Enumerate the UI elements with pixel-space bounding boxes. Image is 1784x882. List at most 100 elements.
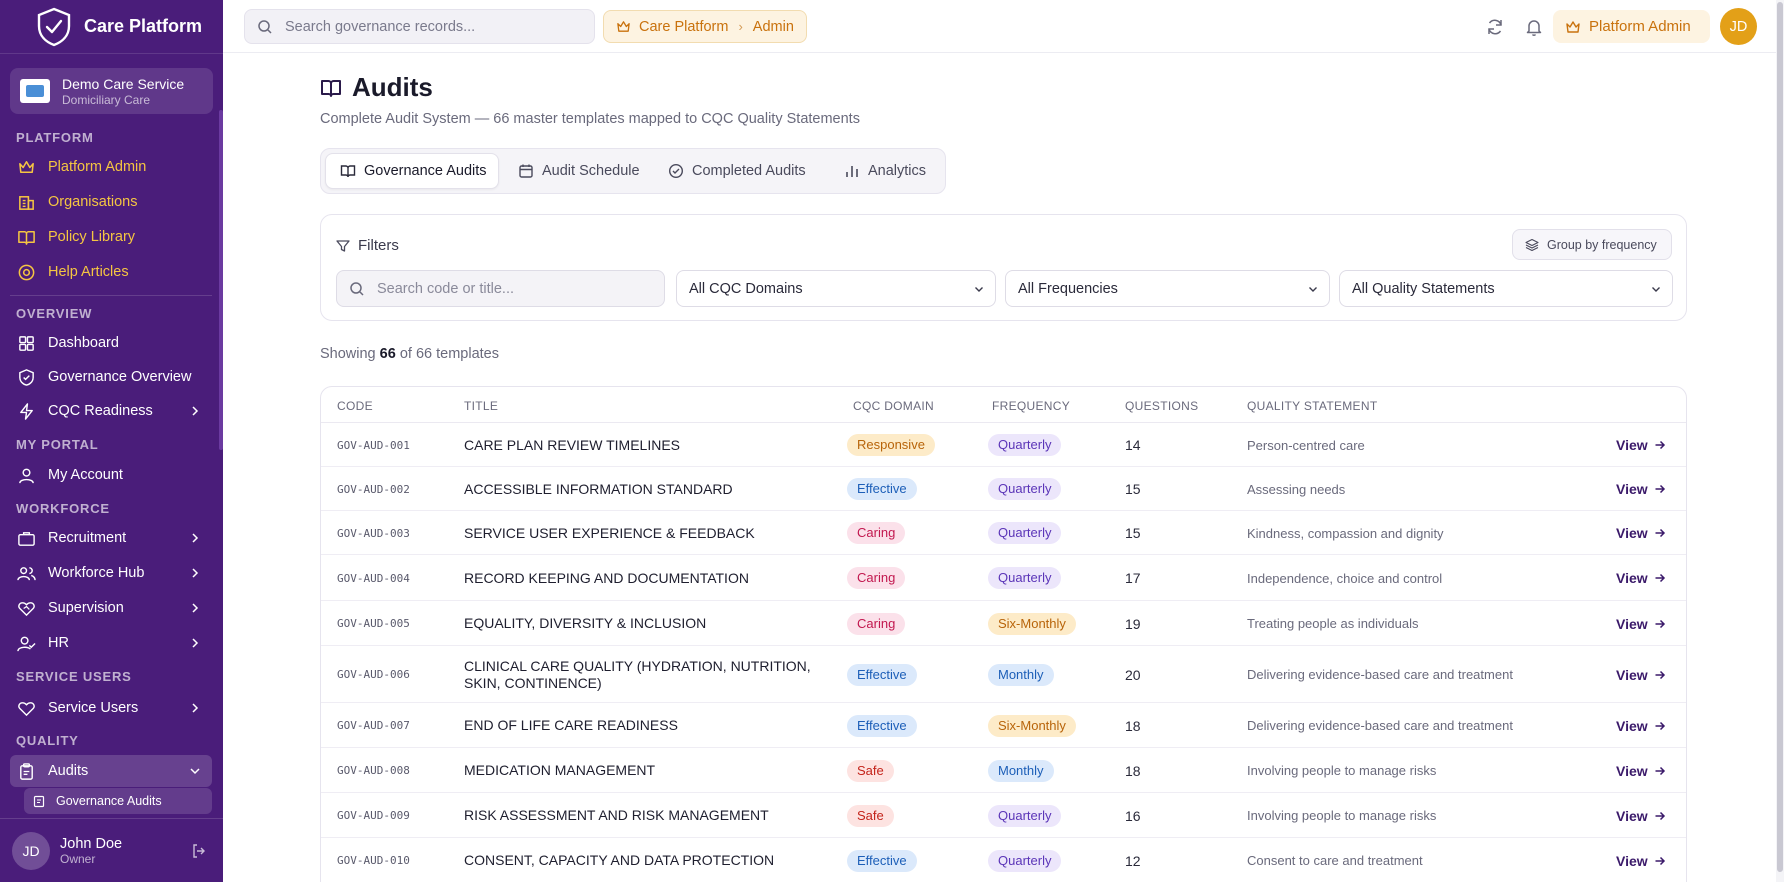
user-icon xyxy=(16,465,36,485)
domain-select[interactable]: All CQC Domains xyxy=(676,270,996,307)
chevron-right-icon xyxy=(192,603,199,613)
view-button[interactable]: View xyxy=(1616,467,1666,511)
table-row[interactable]: GOV-AUD-001 CARE PLAN REVIEW TIMELINES Res… xyxy=(321,423,1686,467)
org-logo xyxy=(20,79,50,103)
column-header-quality-statement[interactable]: QUALITY STATEMENT xyxy=(1247,399,1377,413)
brand[interactable]: Care Platform xyxy=(0,0,223,54)
tab-analytics[interactable]: Analytics xyxy=(844,153,926,189)
frequency-badge: Quarterly xyxy=(988,567,1062,589)
sidebar-scrollbar[interactable] xyxy=(219,110,223,450)
results-prefix: Showing xyxy=(320,346,376,362)
view-button[interactable]: View xyxy=(1616,646,1666,703)
breadcrumb-item[interactable]: Admin xyxy=(753,19,794,35)
column-header-domain[interactable]: CQC DOMAIN xyxy=(853,399,934,413)
breadcrumb: Care Platform › Admin xyxy=(603,10,807,43)
frequency-select[interactable]: All Frequencies xyxy=(1005,270,1330,307)
org-switcher[interactable]: Demo Care Service Domiciliary Care xyxy=(10,68,213,114)
group-by-frequency-button[interactable]: Group by frequency xyxy=(1512,229,1672,260)
group-by-label: Group by frequency xyxy=(1547,237,1657,252)
sidebar: Care Platform Demo Care Service Domicili… xyxy=(0,0,223,882)
quality-statement: Treating people as individuals xyxy=(1247,616,1419,631)
filter-search-placeholder: Search code or title... xyxy=(377,280,515,297)
sidebar-item-organisations[interactable]: Organisations xyxy=(10,186,212,218)
chevron-right-icon xyxy=(192,533,199,543)
frequency-select-value: All Frequencies xyxy=(1018,280,1118,297)
filters-title: Filters xyxy=(358,237,399,254)
sidebar-item-dashboard[interactable]: Dashboard xyxy=(10,327,212,359)
frequency-cell: Quarterly xyxy=(988,838,1062,882)
view-label: View xyxy=(1616,615,1648,632)
sidebar-subitem-governance-audits[interactable]: Governance Audits xyxy=(24,788,212,814)
layers-icon xyxy=(1525,238,1539,251)
cqc-domain-badge: Effective xyxy=(847,714,917,737)
frequency-badge: Quarterly xyxy=(988,478,1062,500)
filter-search-input[interactable]: Search code or title... xyxy=(336,270,665,307)
chevron-down-icon xyxy=(190,768,200,775)
view-button[interactable]: View xyxy=(1616,511,1666,555)
bell-icon[interactable] xyxy=(1524,17,1544,37)
cqc-domain-badge: Effective xyxy=(847,849,917,872)
sidebar-item-recruitment[interactable]: Recruitment xyxy=(10,522,212,554)
view-button[interactable]: View xyxy=(1616,703,1666,748)
frequency-cell: Quarterly xyxy=(988,467,1062,511)
search-icon xyxy=(350,281,364,296)
breadcrumb-item[interactable]: Care Platform xyxy=(639,19,728,35)
table-row[interactable]: GOV-AUD-004 RECORD KEEPING AND DOCUMENTAT… xyxy=(321,555,1686,601)
view-button[interactable]: View xyxy=(1616,555,1666,601)
logout-icon[interactable] xyxy=(191,843,207,859)
table-row[interactable]: GOV-AUD-005 EQUALITY, DIVERSITY & INCLUSI… xyxy=(321,601,1686,646)
sidebar-item-governance-overview[interactable]: Governance Overview xyxy=(10,361,212,393)
sidebar-item-workforce-hub[interactable]: Workforce Hub xyxy=(10,557,212,589)
sidebar-item-supervision[interactable]: Supervision xyxy=(10,592,212,624)
sidebar-item-audits[interactable]: Audits xyxy=(10,755,212,787)
sidebar-item-label: Service Users xyxy=(48,700,139,716)
column-header-frequency[interactable]: FREQUENCY xyxy=(992,399,1070,413)
quality-statement: Involving people to manage risks xyxy=(1247,763,1437,778)
sidebar-divider xyxy=(10,295,212,296)
page-title-text: Audits xyxy=(352,72,433,102)
cqc-domain-cell: Responsive xyxy=(847,423,935,467)
sidebar-item-policy-library[interactable]: Policy Library xyxy=(10,221,212,253)
quality-statement-select[interactable]: All Quality Statements xyxy=(1339,270,1673,307)
table-row[interactable]: GOV-AUD-010 CONSENT, CAPACITY AND DATA PR… xyxy=(321,838,1686,882)
view-button[interactable]: View xyxy=(1616,601,1666,646)
user-name: John Doe xyxy=(60,835,123,852)
sidebar-item-label: Help Articles xyxy=(48,264,129,280)
column-header-title[interactable]: TITLE xyxy=(464,399,498,413)
page-scrollbar[interactable] xyxy=(1776,0,1784,882)
tab-audit-schedule[interactable]: Audit Schedule xyxy=(518,153,640,189)
column-header-questions[interactable]: QUESTIONS xyxy=(1125,399,1198,413)
sidebar-item-platform-admin[interactable]: Platform Admin xyxy=(10,151,212,183)
frequency-badge: Monthly xyxy=(988,759,1054,782)
table-row[interactable]: GOV-AUD-008 MEDICATION MANAGEMENT Safe Mont… xyxy=(321,748,1686,793)
audit-title: RECORD KEEPING AND DOCUMENTATION xyxy=(464,569,749,586)
view-button[interactable]: View xyxy=(1616,748,1666,793)
quality-statement: Involving people to manage risks xyxy=(1247,808,1437,823)
heart-icon xyxy=(16,698,36,718)
user-profile[interactable]: JD John Doe Owner xyxy=(0,818,223,882)
global-search-input[interactable]: Search governance records... xyxy=(244,9,595,44)
table-row[interactable]: GOV-AUD-009 RISK ASSESSMENT AND RISK MANA… xyxy=(321,793,1686,838)
table-row[interactable]: GOV-AUD-002 ACCESSIBLE INFORMATION STANDA… xyxy=(321,467,1686,511)
platform-admin-button[interactable]: Platform Admin xyxy=(1553,10,1710,43)
tab-completed-audits[interactable]: Completed Audits xyxy=(668,153,806,189)
view-button[interactable]: View xyxy=(1616,838,1666,882)
view-button[interactable]: View xyxy=(1616,423,1666,467)
audit-title: CARE PLAN REVIEW TIMELINES xyxy=(464,436,681,453)
table-row[interactable]: GOV-AUD-006 CLINICAL CARE QUALITY (HYDRAT… xyxy=(321,646,1686,703)
sidebar-item-my-account[interactable]: My Account xyxy=(10,459,212,491)
table-row[interactable]: GOV-AUD-003 SERVICE USER EXPERIENCE & FEE… xyxy=(321,511,1686,555)
column-header-code[interactable]: CODE xyxy=(337,399,373,413)
table-row[interactable]: GOV-AUD-007 END OF LIFE CARE READINESS Eff… xyxy=(321,703,1686,748)
user-avatar-button[interactable]: JD xyxy=(1720,8,1757,45)
view-button[interactable]: View xyxy=(1616,793,1666,838)
sidebar-item-service-users[interactable]: Service Users xyxy=(10,692,212,724)
sidebar-item-cqc-readiness[interactable]: CQC Readiness xyxy=(10,395,212,427)
chevron-right-icon xyxy=(192,406,199,416)
tab-governance-audits[interactable]: Governance Audits xyxy=(325,153,499,189)
sidebar-item-hr[interactable]: HR xyxy=(10,627,212,659)
sidebar-item-label: Recruitment xyxy=(48,530,127,546)
chevron-down-icon xyxy=(1652,287,1660,292)
sidebar-item-help-articles[interactable]: Help Articles xyxy=(10,256,212,288)
refresh-icon[interactable] xyxy=(1485,17,1505,37)
